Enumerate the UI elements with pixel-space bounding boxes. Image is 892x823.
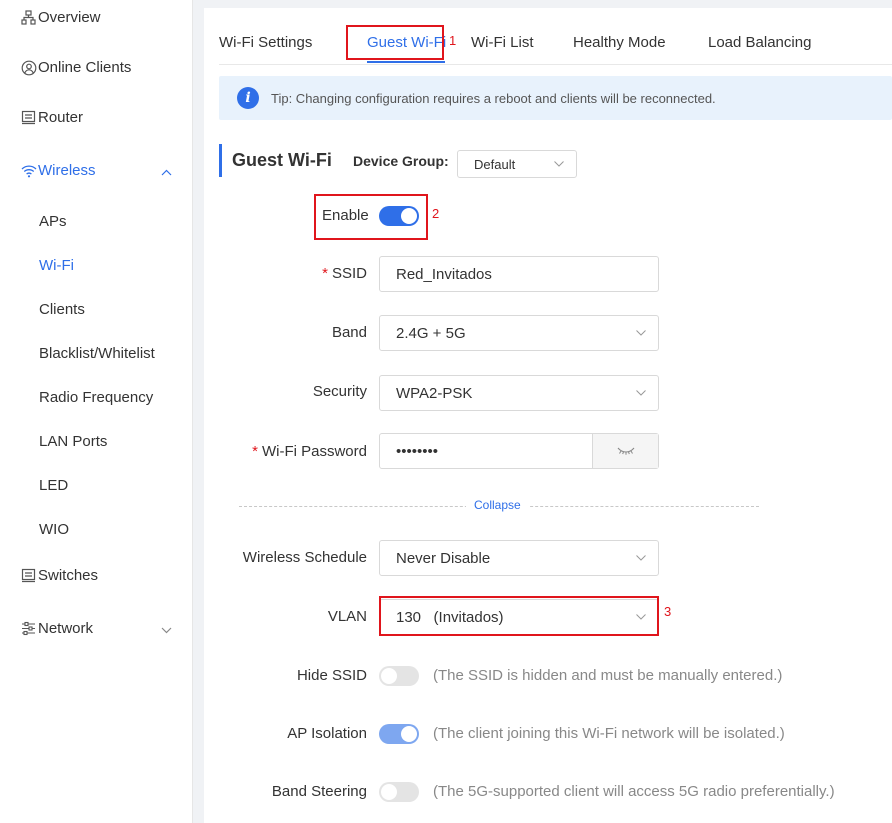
nav-item-online-clients[interactable]: Online Clients: [20, 59, 131, 76]
active-tab-indicator: [367, 61, 445, 63]
chevron-down-icon: [636, 555, 646, 561]
enable-toggle[interactable]: [379, 206, 419, 226]
toggle-knob: [381, 784, 397, 800]
wifi-icon: [20, 162, 37, 179]
annotation-number: 3: [664, 604, 672, 619]
schedule-label: Wireless Schedule: [242, 549, 367, 566]
chevron-down-icon: [636, 390, 646, 396]
nav-item-router[interactable]: Router: [20, 109, 83, 126]
password-label-text: Wi-Fi Password: [261, 443, 367, 460]
device-group-select[interactable]: Default: [457, 150, 577, 178]
tip-text: Tip: Changing configuration requires a r…: [271, 90, 716, 106]
ssid-value: Red_Invitados: [396, 265, 492, 283]
chevron-down-icon: [636, 330, 646, 336]
enable-label: Enable: [322, 207, 369, 224]
band-label: Band: [331, 324, 367, 341]
password-label: * Wi-Fi Password: [252, 443, 367, 460]
sub-item-lan-ports[interactable]: LAN Ports: [39, 433, 107, 450]
band-value: 2.4G + 5G: [396, 324, 466, 342]
sub-item-wio[interactable]: WIO: [39, 521, 69, 538]
chevron-down-icon: [554, 161, 564, 167]
ap-isolation-hint: (The client joining this Wi-Fi network w…: [433, 725, 785, 742]
sidebar: Overview Online Clients Router Wireless …: [0, 0, 193, 823]
sub-item-blacklist-whitelist[interactable]: Blacklist/Whitelist: [39, 345, 155, 362]
band-steering-label: Band Steering: [271, 783, 367, 800]
nav-item-network[interactable]: Network: [20, 620, 93, 637]
ap-isolation-toggle[interactable]: [379, 724, 419, 744]
schedule-select[interactable]: Never Disable: [379, 540, 659, 576]
tab-wifi-settings[interactable]: Wi-Fi Settings: [219, 34, 312, 51]
band-select[interactable]: 2.4G + 5G: [379, 315, 659, 351]
toggle-knob: [401, 208, 417, 224]
nav-label-switches: Switches: [38, 567, 99, 584]
chevron-down-icon[interactable]: [160, 624, 172, 636]
hide-ssid-toggle[interactable]: [379, 666, 419, 686]
sub-item-wifi[interactable]: Wi-Fi: [39, 257, 74, 274]
tip-banner: i Tip: Changing configuration requires a…: [219, 76, 892, 120]
tab-wifi-list[interactable]: Wi-Fi List: [471, 34, 534, 51]
highlight-box-vlan: [379, 596, 659, 636]
security-value: WPA2-PSK: [396, 384, 473, 402]
hide-ssid-label: Hide SSID: [296, 667, 367, 684]
nav-item-overview[interactable]: Overview: [20, 9, 101, 26]
section-accent-bar: [219, 144, 222, 177]
switch-icon: [20, 567, 37, 584]
annotation-number: 2: [432, 206, 440, 221]
security-select[interactable]: WPA2-PSK: [379, 375, 659, 411]
sitemap-icon: [20, 9, 37, 26]
nav-item-switches[interactable]: Switches: [20, 567, 98, 584]
sub-item-clients[interactable]: Clients: [39, 301, 85, 318]
nav-label-network: Network: [38, 620, 94, 637]
eye-closed-icon[interactable]: [592, 434, 658, 468]
toggle-knob: [381, 668, 397, 684]
ssid-input[interactable]: Red_Invitados: [379, 256, 659, 292]
tab-healthy-mode[interactable]: Healthy Mode: [573, 34, 666, 51]
user-circle-icon: [20, 59, 37, 76]
chevron-up-icon[interactable]: [160, 166, 172, 178]
router-icon: [20, 109, 37, 126]
nav-item-wireless[interactable]: Wireless: [20, 162, 96, 179]
nav-label-wireless: Wireless: [38, 162, 96, 179]
nav-label-router: Router: [38, 109, 84, 126]
info-icon: i: [237, 87, 259, 109]
security-label: Security: [312, 383, 367, 400]
band-steering-hint: (The 5G-supported client will access 5G …: [433, 783, 835, 800]
device-group-label: Device Group:: [353, 153, 449, 169]
device-group-value: Default: [474, 156, 516, 172]
required-asterisk: *: [322, 265, 328, 282]
schedule-value: Never Disable: [396, 549, 491, 567]
required-asterisk: *: [252, 443, 258, 460]
ap-isolation-label: AP Isolation: [287, 725, 367, 742]
network-icon: [20, 620, 37, 637]
toggle-knob: [401, 726, 417, 742]
tab-load-balancing[interactable]: Load Balancing: [708, 34, 811, 51]
sub-item-aps[interactable]: APs: [39, 213, 67, 230]
highlight-box-tab: [346, 25, 444, 60]
nav-label-online-clients: Online Clients: [38, 59, 132, 76]
vlan-label: VLAN: [327, 608, 367, 625]
main-panel: Wi-Fi Settings Guest Wi-Fi Wi-Fi List He…: [204, 8, 892, 823]
band-steering-toggle[interactable]: [379, 782, 419, 802]
hide-ssid-hint: (The SSID is hidden and must be manually…: [433, 667, 783, 684]
nav-label-overview: Overview: [38, 9, 101, 26]
ssid-label: * SSID: [322, 265, 367, 282]
section-title: Guest Wi-Fi: [232, 150, 332, 170]
tab-bar: Wi-Fi Settings Guest Wi-Fi Wi-Fi List He…: [219, 34, 892, 65]
annotation-number: 1: [449, 33, 457, 48]
sub-item-led[interactable]: LED: [39, 477, 68, 494]
password-input[interactable]: ••••••••: [379, 433, 659, 469]
password-value: ••••••••: [396, 442, 439, 460]
sub-item-radio-frequency[interactable]: Radio Frequency: [39, 389, 153, 406]
ssid-label-text: SSID: [331, 265, 367, 282]
collapse-link[interactable]: Collapse: [466, 498, 529, 512]
